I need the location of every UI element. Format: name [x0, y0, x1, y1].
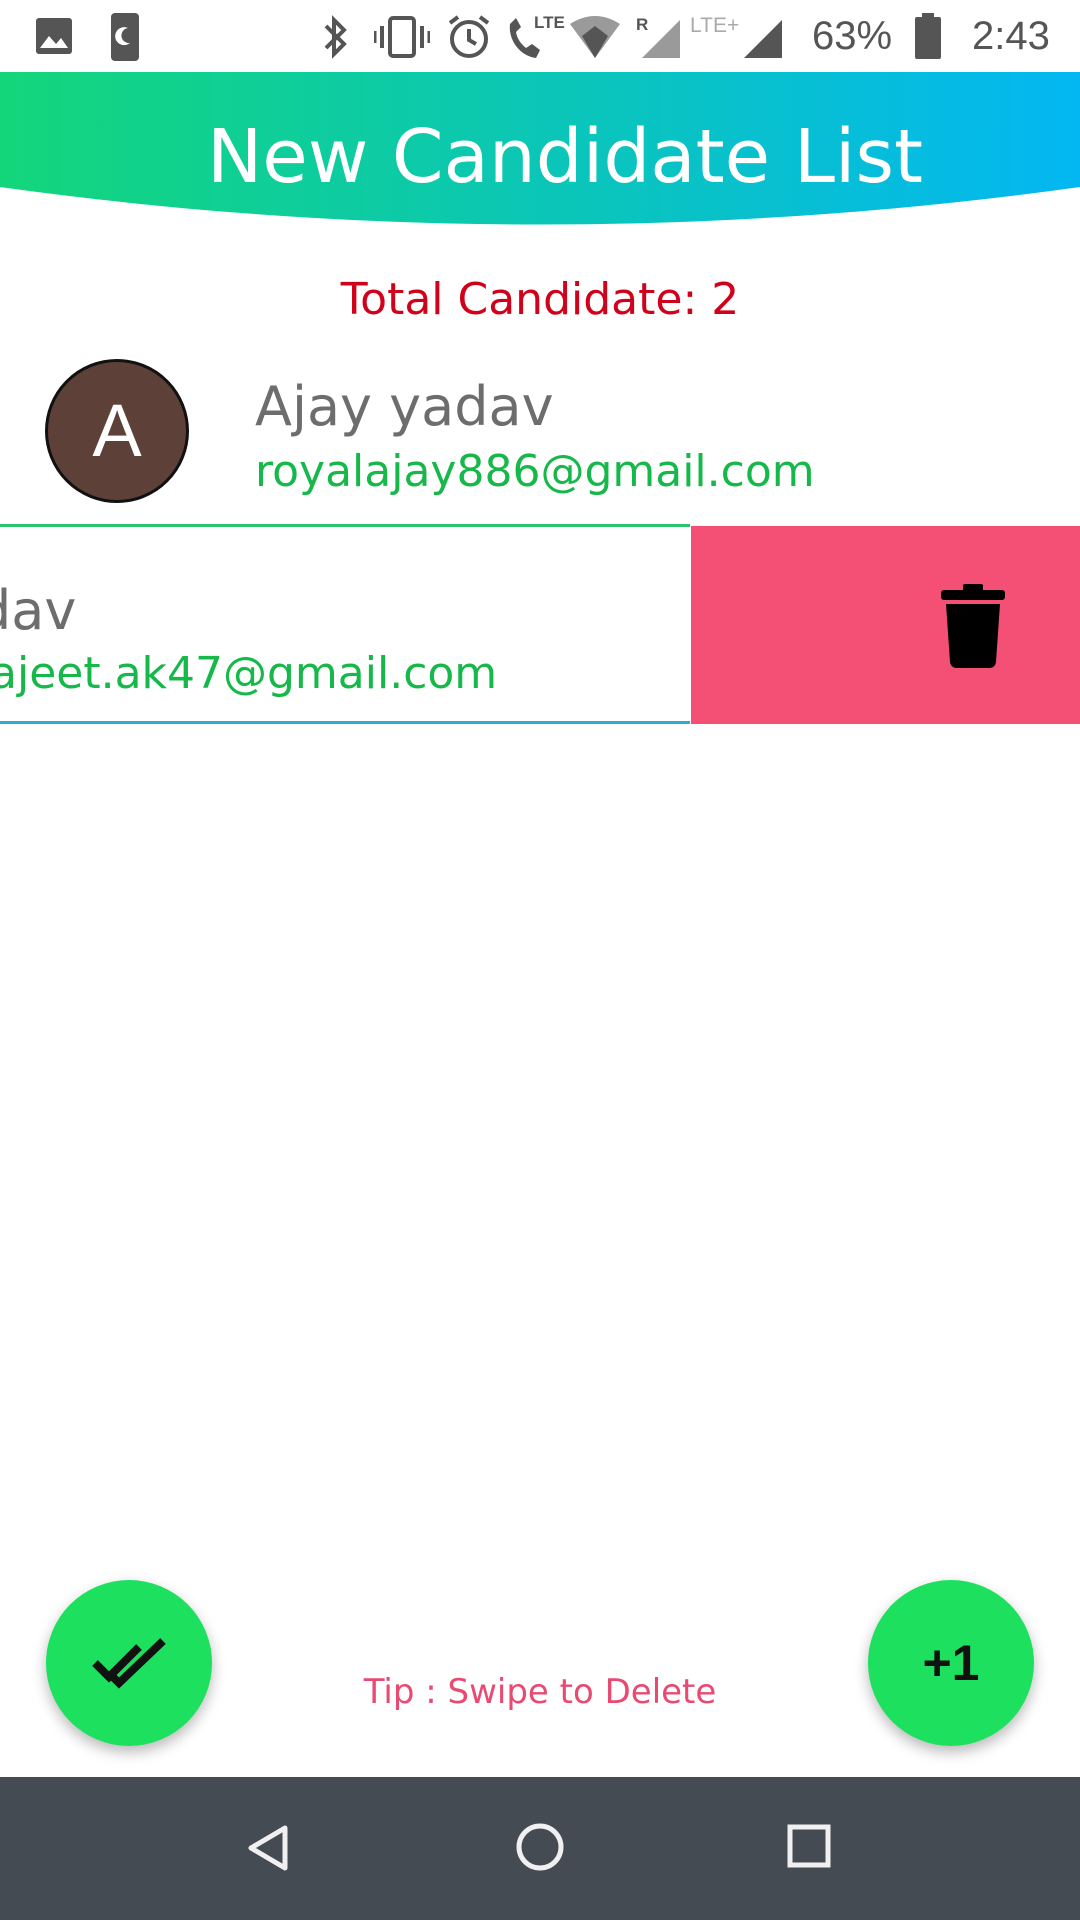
trash-icon: [941, 584, 1005, 668]
candidate-name: Ajay yadav: [255, 375, 554, 438]
candidate-card[interactable]: t Yadav ajeet.ak47@gmail.com: [0, 524, 690, 724]
home-icon[interactable]: [514, 1821, 566, 1873]
svg-text:LTE: LTE: [534, 13, 565, 32]
vibrate-icon: [374, 16, 430, 58]
clock-time: 2:43: [972, 14, 1050, 58]
bluetooth-icon: [324, 15, 347, 59]
back-icon[interactable]: [245, 1823, 295, 1873]
signal-roaming-icon: R: [636, 15, 680, 58]
add-candidate-button[interactable]: +1: [868, 1580, 1034, 1746]
recents-icon[interactable]: [786, 1823, 832, 1869]
candidate-row-swiped[interactable]: t Yadav ajeet.ak47@gmail.com: [0, 524, 1080, 724]
sleep-icon: [111, 13, 139, 61]
page-title: New Candidate List: [206, 114, 924, 200]
battery-percent: 63%: [812, 14, 893, 58]
svg-text:R: R: [636, 15, 648, 34]
screen: LTE R LTE+ 63% 2:43 New Candidate List T…: [0, 0, 1080, 1920]
navigation-bar: [0, 1777, 1080, 1920]
app-header: New Candidate List: [0, 72, 1080, 232]
svg-text:LTE+: LTE+: [690, 14, 739, 37]
lte-call-icon: LTE: [509, 13, 565, 58]
candidate-email: royalajay886@gmail.com: [255, 446, 815, 497]
image-icon: [36, 18, 72, 54]
add-button-label: +1: [922, 1635, 980, 1691]
delete-button[interactable]: [691, 526, 1080, 724]
candidate-row[interactable]: A Ajay yadav royalajay886@gmail.com: [0, 345, 1080, 525]
signal-lte-plus-icon: LTE+: [690, 14, 782, 58]
confirm-button[interactable]: [46, 1580, 212, 1746]
battery-icon: [915, 13, 941, 59]
total-candidate-count: Total Candidate: 2: [340, 274, 740, 325]
avatar: A: [45, 359, 189, 503]
candidate-name: t Yadav: [0, 579, 77, 642]
wifi-icon: [570, 16, 620, 58]
candidate-email: ajeet.ak47@gmail.com: [0, 648, 498, 699]
alarm-icon: [448, 15, 490, 58]
status-bar: LTE R LTE+ 63% 2:43: [0, 0, 1080, 72]
